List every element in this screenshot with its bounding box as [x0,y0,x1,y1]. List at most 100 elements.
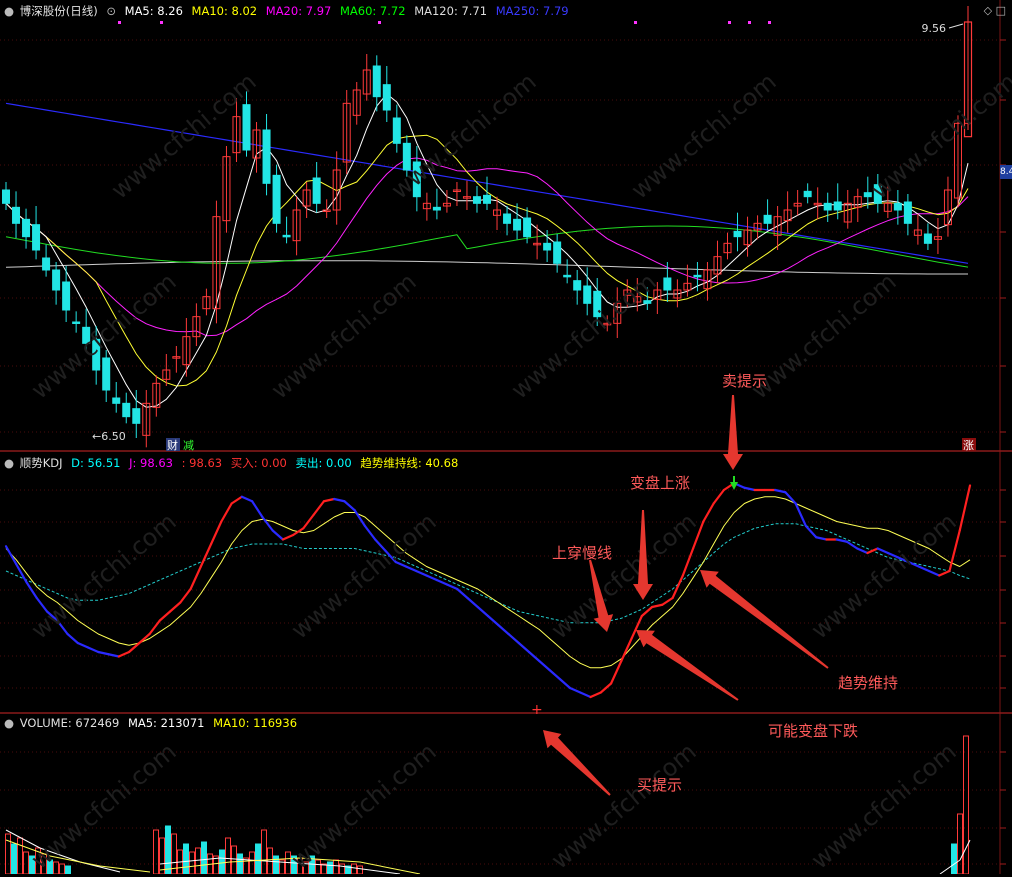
chart-svg[interactable]: 9.56←6.50财减涨www.cfchi.com www.cfchi.com ww… [0,0,1012,875]
kdj-j-segment [743,486,756,492]
kdj-j-segment [558,677,572,690]
sell-hint-label: 卖提示 [722,372,767,390]
volume-title: VOLUME: 672469 [19,716,120,730]
jian-badge: 减 [183,439,194,452]
ma250-label: MA250: 7.79 [495,4,569,18]
diamond-icon[interactable]: ◇ [984,4,992,17]
kdj-j-segment [702,502,715,523]
kdj-j-segment [856,547,869,555]
candle-body [513,218,522,231]
candle-body [833,201,842,211]
chart-stage[interactable]: 9.56 ←6.50 财减涨 www.cfchi.com www.cfchi.com ww… [0,0,1012,875]
kdj-j-segment [958,484,972,532]
kdj-title: 顺势KDJ [19,456,63,470]
volume-bar [59,863,65,875]
kdj-j-segment [4,545,18,566]
watermark: www.cfchi.com [806,737,962,874]
high-pointer [948,23,964,29]
candle-body [122,402,131,418]
candle-body [382,84,391,111]
watermark: www.cfchi.com [746,267,902,404]
kdj-j-segment [486,614,500,627]
watermark: www.cfchi.com [266,267,422,404]
watermark: www.cfchi.com [106,67,262,204]
kdj-j-segment [158,610,172,622]
maybe-down-arrow [636,630,739,701]
signal-dot [378,21,381,24]
kdj-j-segment [189,565,202,591]
kdj-j-segment [712,488,725,505]
kdj-j-segment [517,641,531,654]
price-edge-tag: 8.4 [1000,165,1012,179]
turn-up-label: 变盘上涨 [630,474,690,492]
kdj-j-segment [292,527,305,537]
kdj-j-segment [86,646,100,654]
candle-body [543,242,552,251]
signal-dot [634,21,637,24]
candle-body [32,224,41,251]
candle-body [392,117,401,144]
candle-body [12,206,21,224]
candle-body [262,129,271,184]
kdj-j-segment [343,500,356,512]
kdj-j-segment [927,569,941,577]
volume-bar [351,863,357,875]
watermark: www.cfchi.com [286,737,442,874]
kdj-j-segment [168,601,182,613]
kdj-j-segment [179,587,192,604]
kdj-j-segment [784,491,797,505]
high-price-label: 9.56 [922,22,947,35]
kdj-j-segment [527,650,541,663]
ma60-label: MA60: 7.72 [339,4,406,18]
kdj-j-segment [876,547,890,555]
kdj-j-segment [661,596,674,606]
ma120-line [5,260,968,275]
kdj-j-segment [107,653,120,658]
chevron-down-icon[interactable]: ⊙ [106,4,116,18]
candle-body [903,201,912,224]
signal-dot [728,21,731,24]
volume-bar [201,841,207,875]
candle-body [22,218,31,238]
candle-body [432,206,441,211]
kdj-j-segment [681,547,695,577]
candle-body [563,274,572,278]
kdj-j-segment [312,500,326,516]
price-legend: ● 博深股份(日线) ⊙ MA5: 8.26 MA10: 8.02 MA20: … [0,3,574,19]
volume-bar [327,861,333,875]
volume-bar [17,837,23,875]
ma10-label: MA10: 8.02 [191,4,258,18]
kdj-j-segment [548,668,561,681]
volume-bar [951,843,957,875]
volume-bar [273,855,279,875]
volume-bar [65,865,71,875]
candle-body [52,269,61,291]
ma5-line [5,93,969,408]
kdj-j-segment [230,495,243,505]
kdj-j-segment [568,686,582,694]
cross-slow-label: 上穿慢线 [552,544,612,562]
kdj-j-segment [425,574,438,582]
vol-ma10-label: MA10: 116936 [213,716,298,730]
kdj-j-segment [815,536,828,541]
price-title: 博深股份(日线) [19,4,98,18]
kdj-j-segment [507,632,520,645]
ma20-label: MA20: 7.97 [265,4,332,18]
candle-body [573,280,582,291]
kdj-j-segment [435,578,449,586]
candle-body [372,65,381,98]
signal-dot [160,21,163,24]
kdj-j-segment [138,632,151,645]
volume-bar [189,851,195,875]
low-price-label: ←6.50 [92,430,126,443]
volume-bar [957,813,963,875]
kdj-j-segment [589,691,602,699]
volume-bar [255,843,261,875]
maybe-down-label: 可能变盘下跌 [768,722,858,740]
maximize-icon[interactable]: □ [996,4,1006,17]
volume-bar [153,829,159,875]
candle-body [803,190,812,198]
watermark: www.cfchi.com [626,67,782,204]
candle-body [733,230,742,238]
kdj-j-segment [76,641,90,649]
